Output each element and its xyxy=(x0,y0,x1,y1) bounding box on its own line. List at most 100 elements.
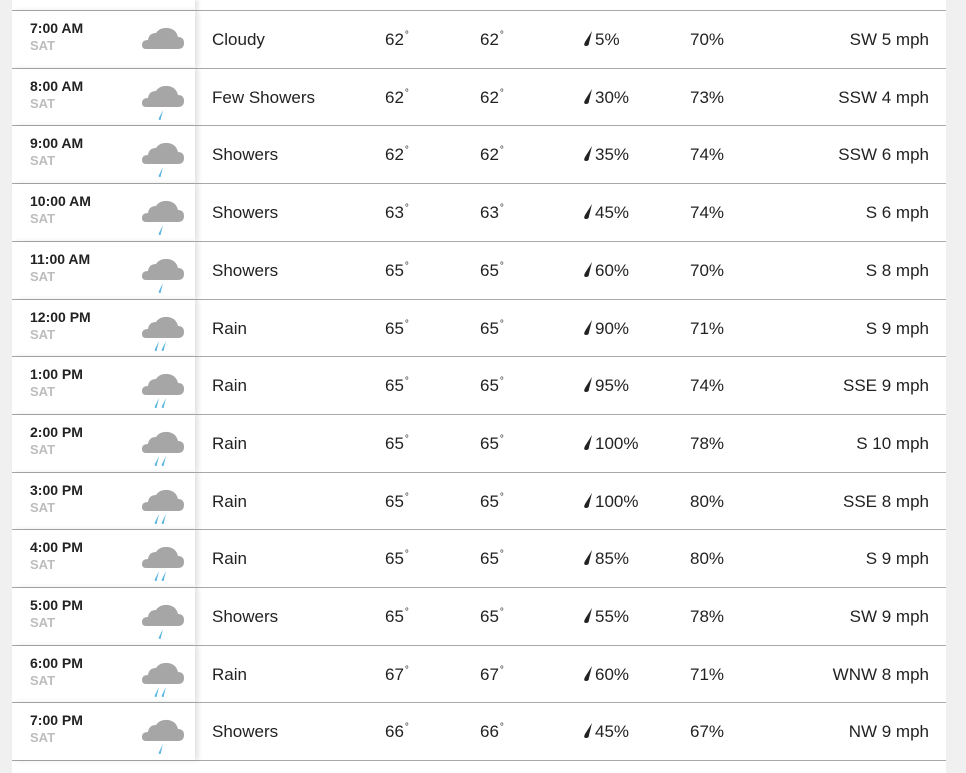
wind: SW 5 mph xyxy=(849,30,929,49)
feels-like: 66° xyxy=(480,722,504,742)
hour-label: 7:00 PM xyxy=(30,712,83,729)
hour-label: 4:00 PM xyxy=(30,539,83,556)
humidity: 74% xyxy=(690,145,725,165)
temperature: 65° xyxy=(385,433,409,453)
precipitation: 30% xyxy=(583,88,629,108)
table-row[interactable]: 9:00 AM SAT Showers 62° 62° 35% 74% SSW … xyxy=(12,125,946,184)
rain-icon xyxy=(140,654,186,697)
condition: Showers xyxy=(212,203,279,223)
table-row[interactable]: 12:00 PM SAT Rain 65° 65° 90% 71% S 9 mp… xyxy=(12,298,946,357)
temperature: 65° xyxy=(385,607,409,626)
rain-icon xyxy=(140,481,186,524)
cloudy-icon xyxy=(140,19,186,61)
raindrop-icon xyxy=(583,30,595,49)
hour-label: 12:00 PM xyxy=(30,308,91,325)
day-label: SAT xyxy=(30,211,56,227)
table-row[interactable]: 1:00 PM SAT Rain 65° 65° 95% 74% SSE 9 m… xyxy=(12,356,946,415)
day-label: SAT xyxy=(30,326,56,342)
precipitation: 55% xyxy=(583,607,629,627)
time-cell: 5:00 PM SAT xyxy=(12,588,195,645)
rain-icon xyxy=(140,538,186,582)
humidity: 71% xyxy=(690,318,725,338)
condition: Rain xyxy=(212,318,247,338)
temperature: 66° xyxy=(385,722,409,742)
table-row[interactable]: 11:00 AM SAT Showers 65° 65° 60% 70% S 8… xyxy=(12,240,946,299)
table-row[interactable]: 5:00 PM SAT Showers 65° 65° 55% 78% SW 9… xyxy=(12,587,946,645)
table-row[interactable]: 8:00 AM SAT Few Showers 62° 62° 30% 73% … xyxy=(12,67,946,126)
humidity: 71% xyxy=(690,664,725,684)
hour-label: 2:00 PM xyxy=(30,423,83,440)
table-row[interactable]: 10:00 AM SAT Showers 63° 63° 45% 74% S 6… xyxy=(12,183,946,242)
time-cell: 10:00 AM SAT xyxy=(12,184,195,242)
previous-row-remnant xyxy=(12,0,946,10)
condition: Showers xyxy=(212,260,279,280)
day-label: SAT xyxy=(30,153,56,169)
raindrop-icon xyxy=(583,376,595,395)
humidity: 80% xyxy=(690,491,725,511)
time-cell: 11:00 AM SAT xyxy=(12,241,195,299)
feels-like: 65° xyxy=(480,376,504,396)
day-label: SAT xyxy=(30,268,56,284)
rain-icon xyxy=(140,423,186,466)
precipitation: 5% xyxy=(583,30,620,50)
showers-icon xyxy=(140,77,186,120)
day-label: SAT xyxy=(30,499,56,515)
table-row[interactable]: 3:00 PM SAT Rain 65° 65° 100% 80% SSE 8 … xyxy=(12,471,946,530)
raindrop-icon xyxy=(583,434,595,453)
hour-label: 9:00 AM xyxy=(30,135,84,152)
raindrop-icon xyxy=(583,722,595,741)
raindrop-icon xyxy=(583,145,595,164)
humidity: 80% xyxy=(690,549,725,569)
feels-like: 62° xyxy=(480,30,504,49)
hour-label: 8:00 AM xyxy=(30,77,84,94)
table-row[interactable]: 4:00 PM SAT Rain 65° 65° 85% 80% S 9 mph xyxy=(12,529,946,588)
precipitation: 90% xyxy=(583,319,629,339)
table-row[interactable]: 6:00 PM SAT Rain 67° 67° 60% 71% WNW 8 m… xyxy=(12,644,946,703)
wind: SSE 8 mph xyxy=(843,491,929,511)
feels-like: 65° xyxy=(480,491,504,511)
table-row[interactable]: 7:00 AM SAT Cloudy 62° 62° 5% 70% SW 5 m… xyxy=(12,10,946,68)
table-row[interactable]: 7:00 PM SAT Showers 66° 66° 45% 67% NW 9… xyxy=(12,702,946,762)
temperature: 65° xyxy=(385,260,409,280)
showers-icon xyxy=(140,596,186,639)
showers-icon xyxy=(140,192,186,236)
time-cell: 7:00 PM SAT xyxy=(12,703,195,761)
precipitation: 85% xyxy=(583,549,629,569)
time-cell: 12:00 PM SAT xyxy=(12,299,195,357)
raindrop-icon xyxy=(583,607,595,626)
time-cell: 1:00 PM SAT xyxy=(12,357,195,415)
humidity: 74% xyxy=(690,203,725,223)
hour-label: 1:00 PM xyxy=(30,366,83,383)
feels-like: 67° xyxy=(480,664,504,684)
condition: Showers xyxy=(212,145,279,165)
feels-like: 65° xyxy=(480,549,504,569)
humidity: 78% xyxy=(690,607,725,626)
feels-like: 65° xyxy=(480,433,504,453)
day-label: SAT xyxy=(30,95,56,111)
humidity: 78% xyxy=(690,433,725,453)
raindrop-icon xyxy=(583,549,595,568)
condition: Rain xyxy=(212,491,247,511)
precipitation: 100% xyxy=(583,492,638,512)
temperature: 62° xyxy=(385,30,409,49)
raindrop-icon xyxy=(583,492,595,511)
precipitation: 35% xyxy=(583,145,629,165)
humidity: 74% xyxy=(690,376,725,396)
raindrop-icon xyxy=(583,319,595,338)
table-row[interactable]: 2:00 PM SAT Rain 65° 65° 100% 78% S 10 m… xyxy=(12,413,946,472)
condition: Showers xyxy=(212,722,279,742)
time-cell: 6:00 PM SAT xyxy=(12,645,195,703)
raindrop-icon xyxy=(583,203,595,222)
hour-label: 7:00 AM xyxy=(30,20,84,36)
humidity: 67% xyxy=(690,722,725,742)
raindrop-icon xyxy=(583,665,595,684)
time-cell: 2:00 PM SAT xyxy=(12,414,195,472)
time-cell: 7:00 AM SAT xyxy=(12,11,195,68)
day-label: SAT xyxy=(30,38,56,53)
wind: S 6 mph xyxy=(865,203,929,223)
humidity: 73% xyxy=(690,87,725,107)
hour-label: 6:00 PM xyxy=(30,654,83,671)
condition: Rain xyxy=(212,549,247,569)
showers-icon xyxy=(140,250,186,293)
precipitation: 45% xyxy=(583,203,629,223)
